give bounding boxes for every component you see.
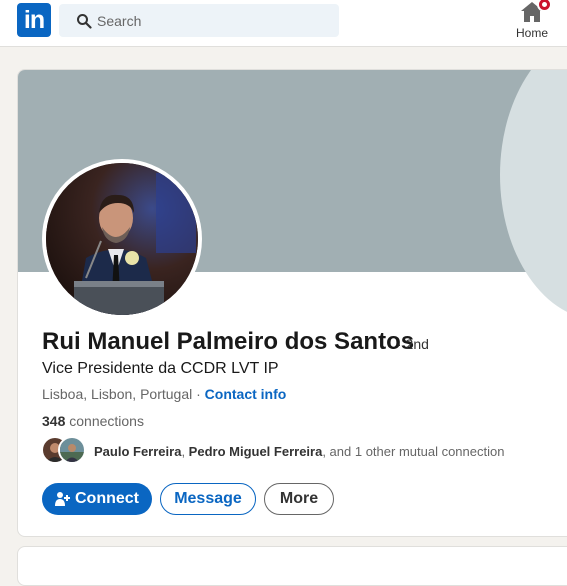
search-icon xyxy=(77,14,92,29)
nav-home-label: Home xyxy=(515,26,548,40)
contact-info-link[interactable]: Contact info xyxy=(205,386,287,402)
profile-card: Rui Manuel Palmeiro dos Santos · 2nd Vic… xyxy=(17,69,567,537)
next-section-card xyxy=(17,546,567,586)
search-box[interactable] xyxy=(59,4,339,37)
profile-location: Lisboa, Lisbon, Portugal xyxy=(42,386,193,402)
linkedin-logo[interactable]: in xyxy=(17,3,51,37)
connections-label: connections xyxy=(65,413,144,429)
more-button[interactable]: More xyxy=(264,483,334,515)
mutual-name-2: Pedro Miguel Ferreira xyxy=(188,444,323,459)
profile-headline: Vice Presidente da CCDR LVT IP xyxy=(42,360,279,377)
mutual-connection-avatars[interactable] xyxy=(41,436,89,464)
connection-degree: · 2nd xyxy=(397,336,429,352)
more-label: More xyxy=(279,490,319,507)
location-separator: · xyxy=(192,386,205,402)
mutual-avatar-2 xyxy=(58,436,86,464)
message-button[interactable]: Message xyxy=(160,483,256,515)
mutual-connections[interactable]: Paulo Ferreira, Pedro Miguel Ferreira, a… xyxy=(94,444,504,459)
mutual-name-1: Paulo Ferreira xyxy=(94,444,182,459)
profile-photo-image xyxy=(46,163,198,315)
connect-label: Connect xyxy=(75,490,139,507)
profile-photo[interactable] xyxy=(42,159,202,319)
profile-location-line: Lisboa, Lisbon, Portugal · Contact info xyxy=(42,386,286,402)
profile-name: Rui Manuel Palmeiro dos Santos xyxy=(42,328,415,355)
search-input[interactable] xyxy=(97,4,327,37)
connections-count[interactable]: 348 connections xyxy=(42,413,144,429)
mutual-rest: , and 1 other mutual connection xyxy=(322,444,505,459)
add-person-icon xyxy=(55,492,70,506)
connect-button[interactable]: Connect xyxy=(42,483,152,515)
top-nav-bar: in Home xyxy=(0,0,567,47)
message-label: Message xyxy=(174,490,242,507)
notification-badge xyxy=(537,0,552,12)
connections-number: 348 xyxy=(42,413,66,429)
nav-home[interactable]: Home xyxy=(512,0,552,46)
